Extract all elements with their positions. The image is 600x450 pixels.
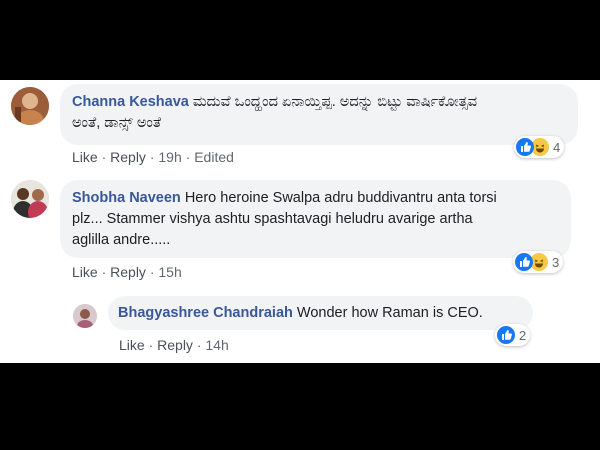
reply-link[interactable]: Reply: [110, 149, 146, 165]
reaction-summary[interactable]: 2: [495, 324, 531, 346]
timestamp[interactable]: 14h: [205, 337, 228, 353]
avatar[interactable]: [11, 180, 49, 218]
comment-actions: Like · Reply · 15h: [72, 264, 182, 280]
profile-photo-icon: [11, 87, 49, 125]
like-link[interactable]: Like: [72, 264, 98, 280]
comment-author[interactable]: Bhagyashree Chandraiah: [118, 305, 293, 321]
like-icon: [516, 138, 534, 156]
comment-text: Hero heroine Swalpa adru buddivantru ant…: [184, 190, 497, 206]
profile-photo-icon: [11, 180, 49, 218]
reply-link[interactable]: Reply: [110, 264, 146, 280]
comment-text: Wonder how Raman is CEO.: [296, 305, 483, 321]
comment-text: ಅಂತೆ, ಡಾನ್ಸ್ ಅಂತೆ: [72, 115, 162, 131]
separator: ·: [149, 264, 155, 280]
comment-actions: Like · Reply · 14h: [119, 337, 229, 353]
like-link[interactable]: Like: [72, 149, 98, 165]
comment-bubble: Bhagyashree Chandraiah Wonder how Raman …: [108, 296, 533, 330]
reaction-count: 3: [552, 254, 560, 270]
comment-author[interactable]: Channa Keshava: [72, 94, 189, 110]
separator: ·: [148, 337, 154, 353]
reaction-count: 4: [553, 139, 561, 155]
reaction-count: 2: [519, 327, 527, 343]
comment-bubble: Shobha Naveen Hero heroine Swalpa adru b…: [60, 180, 571, 258]
separator: ·: [185, 149, 191, 165]
comment-author[interactable]: Shobha Naveen: [72, 190, 181, 206]
like-link[interactable]: Like: [119, 337, 145, 353]
comment-text: plz... Stammer vishya ashtu spashtavagi …: [72, 211, 473, 227]
like-icon: [497, 326, 515, 344]
like-icon: [515, 253, 533, 271]
comment-text: ಮದುವೆ ಒಂದ್ಹಂದ ಏನಾಯ್ತಿಪ್ಪ. ಅದನ್ನು ಬಿಟ್ಟು …: [192, 94, 478, 110]
timestamp[interactable]: 15h: [158, 264, 181, 280]
profile-photo-icon: [73, 304, 97, 328]
reaction-summary[interactable]: 3: [513, 251, 564, 273]
edited-label[interactable]: Edited: [194, 149, 234, 165]
reply-link[interactable]: Reply: [157, 337, 193, 353]
separator: ·: [196, 337, 202, 353]
comment-bubble: Channa Keshava ಮದುವೆ ಒಂದ್ಹಂದ ಏನಾಯ್ತಿಪ್ಪ.…: [60, 84, 578, 145]
avatar[interactable]: [73, 304, 97, 328]
comments-panel: Channa Keshava ಮದುವೆ ಒಂದ್ಹಂದ ಏನಾಯ್ತಿಪ್ಪ.…: [0, 80, 600, 363]
comment-text: aglilla andre.....: [72, 232, 171, 248]
separator: ·: [149, 149, 155, 165]
separator: ·: [101, 264, 107, 280]
reaction-summary[interactable]: 4: [514, 136, 565, 158]
comment-actions: Like · Reply · 19h · Edited: [72, 149, 234, 165]
avatar[interactable]: [11, 87, 49, 125]
separator: ·: [101, 149, 107, 165]
timestamp[interactable]: 19h: [158, 149, 181, 165]
